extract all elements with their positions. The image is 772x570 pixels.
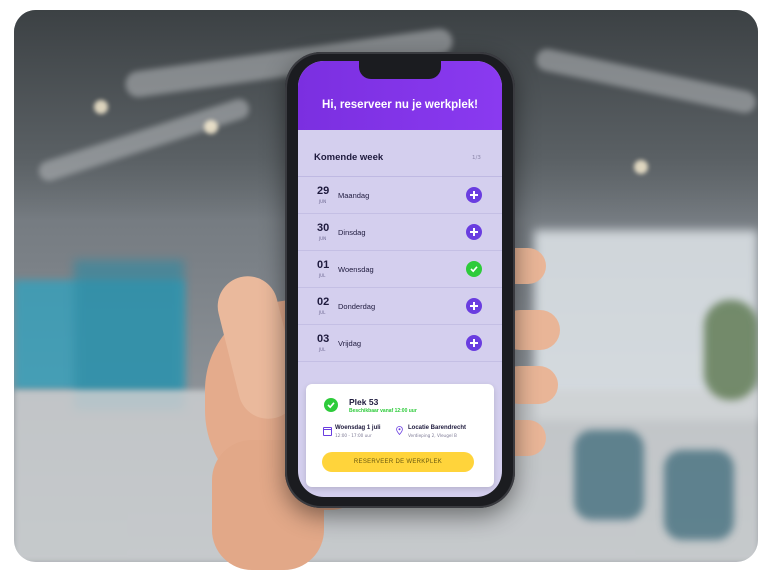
day-number: 02: [317, 296, 330, 308]
day-name: Woensdag: [338, 265, 374, 274]
day-number: 29: [317, 185, 330, 197]
day-row-woensdag[interactable]: 01 JUL Woensdag: [298, 251, 502, 288]
plant: [704, 300, 758, 400]
week-page-count: 1/3: [472, 155, 481, 161]
reserved-button[interactable]: [466, 261, 482, 277]
chair: [664, 450, 734, 540]
day-name: Maandag: [338, 191, 370, 200]
day-month: JUN: [319, 236, 327, 241]
day-number: 03: [317, 333, 330, 345]
day-number: 30: [317, 222, 330, 234]
header-title: Hi, reserveer nu je werkplek!: [322, 99, 478, 111]
week-header: Komende week 1/3: [298, 130, 502, 177]
day-month: JUL: [319, 347, 326, 352]
day-name: Vrijdag: [338, 339, 362, 348]
day-number: 01: [317, 259, 330, 271]
week-title: Komende week: [314, 152, 384, 163]
location-detail: Verdieping 2, Vleugel B: [408, 433, 457, 438]
day-month: JUN: [319, 199, 327, 204]
day-month: JUL: [319, 273, 326, 278]
location-pin-icon: [396, 426, 403, 435]
workspace-title: Plek 53: [349, 397, 379, 407]
reservation-time: 12:00 - 17:00 uur: [335, 433, 372, 438]
phone-screen: Hi, reserveer nu je werkplek! Komende we…: [298, 61, 502, 497]
blue-wall: [74, 260, 184, 410]
plus-icon: [470, 228, 478, 236]
add-reservation-button[interactable]: [466, 335, 482, 351]
reservation-date: Woensdag 1 juli: [335, 425, 381, 431]
check-icon: [324, 398, 338, 412]
phone: Hi, reserveer nu je werkplek! Komende we…: [285, 52, 515, 508]
day-row-vrijdag[interactable]: 03 JUL Vrijdag: [298, 325, 502, 362]
ceiling-lamp: [94, 100, 108, 114]
day-row-dinsdag[interactable]: 30 JUN Dinsdag: [298, 214, 502, 251]
availability-text: Beschikbaar vanaf 12:00 uur: [349, 408, 417, 414]
add-reservation-button[interactable]: [466, 298, 482, 314]
location-name: Locatie Barendrecht: [408, 425, 467, 431]
phone-notch: [359, 61, 441, 79]
day-row-donderdag[interactable]: 02 JUL Donderdag: [298, 288, 502, 325]
calendar-icon: [323, 427, 332, 436]
day-month: JUL: [319, 310, 326, 315]
plus-icon: [470, 302, 478, 310]
ceiling-lamp: [634, 160, 648, 174]
add-reservation-button[interactable]: [466, 224, 482, 240]
day-name: Donderdag: [338, 302, 376, 311]
day-name: Dinsdag: [338, 228, 366, 237]
day-row-maandag[interactable]: 29 JUN Maandag: [298, 177, 502, 214]
ceiling-lamp: [204, 120, 218, 134]
chair: [574, 430, 644, 520]
plus-icon: [470, 191, 478, 199]
reserve-workspace-button[interactable]: RESERVEER DE WERKPLEK: [322, 452, 474, 472]
reservation-card: Plek 53 Beschikbaar vanaf 12:00 uur Woen…: [306, 384, 494, 487]
add-reservation-button[interactable]: [466, 187, 482, 203]
check-icon: [470, 266, 478, 273]
plus-icon: [470, 339, 478, 347]
